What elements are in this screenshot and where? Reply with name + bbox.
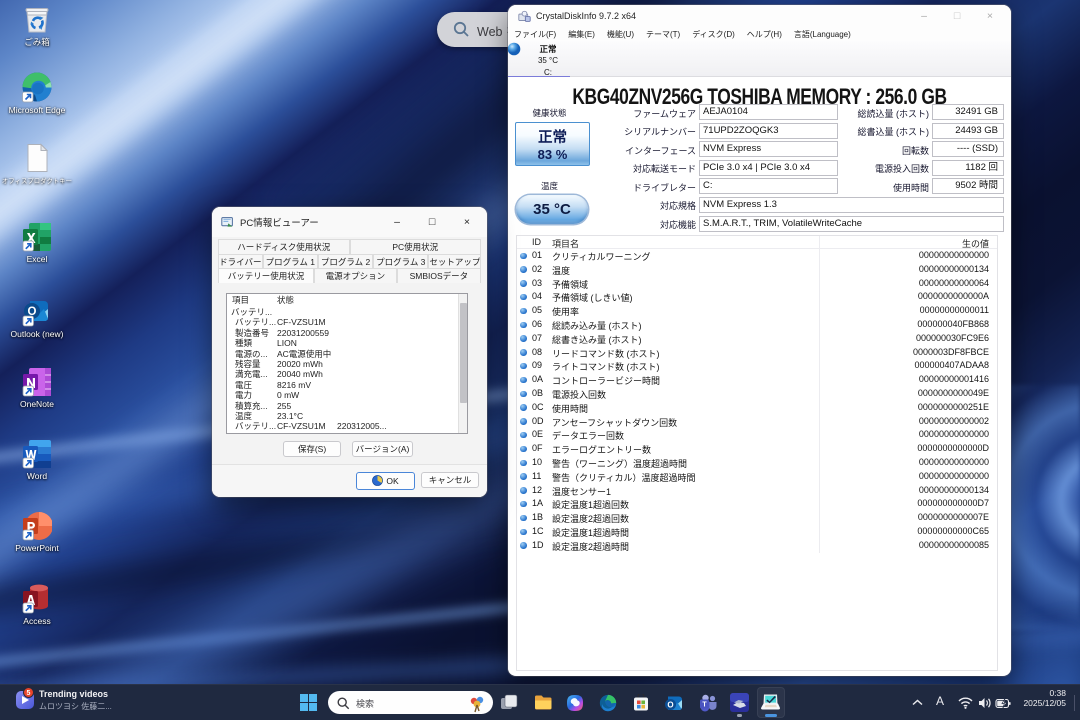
svg-text:T: T	[702, 702, 707, 709]
svg-text:O: O	[667, 701, 673, 710]
